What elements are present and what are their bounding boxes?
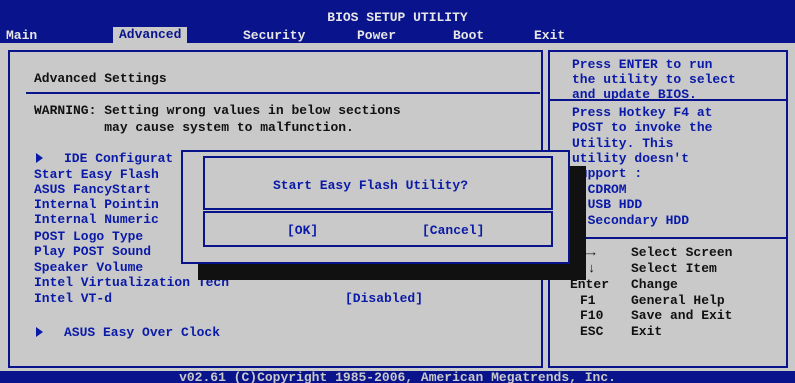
key-desc: Select Item [631,261,717,276]
help-line: utility doesn't [572,151,690,166]
menu-tab-boot[interactable]: Boot [453,29,484,42]
section-divider [26,92,540,94]
key-f10: F10 [580,308,604,323]
confirm-dialog: Start Easy Flash Utility? [OK] [Cancel] [181,150,570,264]
menu-item-internal-numeric[interactable]: Internal Numeric [34,213,159,226]
help-divider [548,99,788,101]
menu-tab-main[interactable]: Main [6,29,37,42]
menu-tab-advanced[interactable]: Advanced [113,27,188,43]
menu-item-speaker-volume[interactable]: Speaker Volume [34,261,143,274]
warning-line-1: WARNING: Setting wrong values in below s… [34,103,401,118]
key-f1: F1 [580,293,596,308]
menu-item-internal-pointing[interactable]: Internal Pointin [34,198,159,211]
footer-bar: v02.61 (C)Copyright 1985-2006, American … [0,371,795,383]
key-desc: Change [631,277,678,292]
section-title: Advanced Settings [34,71,167,86]
menu-item-intel-vt-d[interactable]: Intel VT-d [34,292,112,305]
warning-line-2: may cause system to malfunction. [34,120,354,135]
key-desc: Save and Exit [631,308,733,323]
menu-item-post-logo-type[interactable]: POST Logo Type [34,230,143,243]
help-line: Press Hotkey F4 at [572,105,713,120]
menu-item-ide-configuration[interactable]: IDE Configurat [64,152,173,165]
dialog-message: Start Easy Flash Utility? [273,178,469,193]
menu-tab-power[interactable]: Power [357,29,396,42]
key-desc: Exit [631,324,663,339]
menu-item-play-post-sound[interactable]: Play POST Sound [34,245,151,258]
dialog-ok-button[interactable]: [OK] [287,224,318,237]
help-line: 3.Secondary HDD [572,213,690,228]
help-line: the utility to select [572,72,736,87]
menu-tab-exit[interactable]: Exit [534,29,565,42]
help-line: Utility. This [572,136,674,151]
submenu-arrow-icon [36,327,43,340]
top-menu-bar: BIOS SETUP UTILITY Main Advanced Securit… [0,0,795,43]
dialog-buttons-box [203,211,553,247]
help-line: Press ENTER to run [572,57,713,72]
submenu-arrow-icon [36,153,43,166]
menu-item-start-easy-flash[interactable]: Start Easy Flash [34,168,159,181]
menu-item-asus-easy-over-clock[interactable]: ASUS Easy Over Clock [64,326,220,339]
key-esc: ESC [580,324,604,339]
menu-tab-security[interactable]: Security [243,29,305,42]
key-desc: General Help [631,293,725,308]
dialog-cancel-button[interactable]: [Cancel] [422,224,484,237]
help-line: POST to invoke the [572,120,713,135]
bios-title: BIOS SETUP UTILITY [327,10,468,25]
key-desc: Select Screen [631,245,733,260]
intel-vt-d-value[interactable]: [Disabled] [345,292,423,305]
copyright-text: v02.61 (C)Copyright 1985-2006, American … [179,371,616,383]
menu-item-asus-fancystart[interactable]: ASUS FancyStart [34,183,151,196]
